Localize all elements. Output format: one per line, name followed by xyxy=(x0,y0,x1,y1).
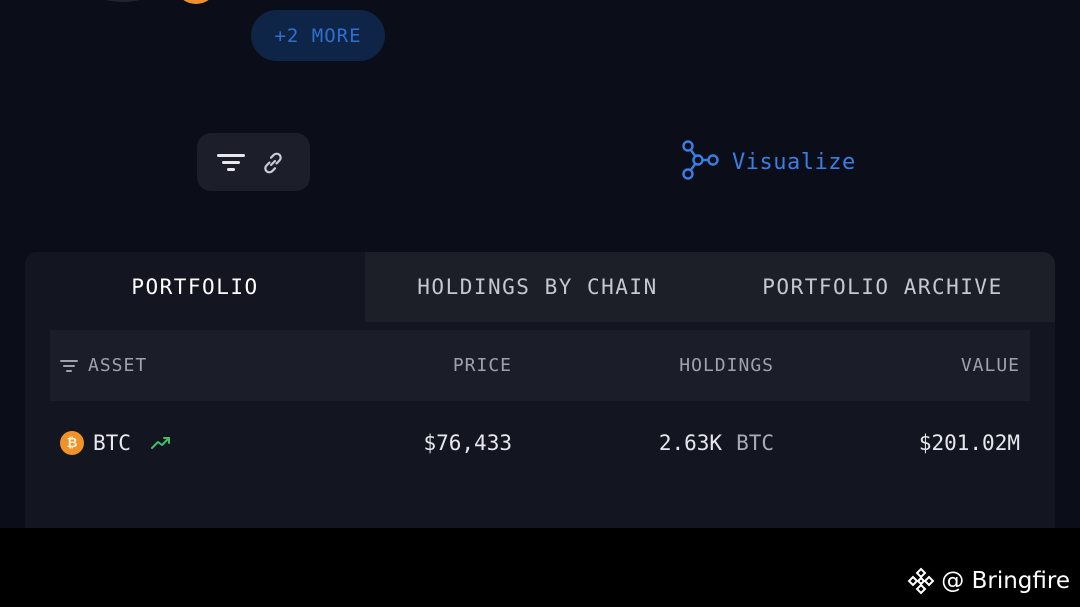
column-header-price-label: PRICE xyxy=(452,355,512,376)
watermark: @ Bringfire xyxy=(907,566,1070,596)
binance-logo-icon xyxy=(907,567,935,595)
entity-avatar-badge xyxy=(178,0,214,4)
price-value: $76,433 xyxy=(423,431,512,455)
column-header-holdings[interactable]: HOLDINGS xyxy=(679,330,774,401)
tab-portfolio[interactable]: PORTFOLIO xyxy=(25,252,365,322)
tab-holdings-by-chain[interactable]: HOLDINGS BY CHAIN xyxy=(365,252,710,322)
sort-icon[interactable] xyxy=(60,359,78,373)
holdings-cell: 2.63K BTC xyxy=(659,412,774,474)
trend-up-icon xyxy=(150,436,171,450)
tab-bar: PORTFOLIO HOLDINGS BY CHAIN PORTFOLIO AR… xyxy=(25,252,1055,322)
portfolio-panel: PORTFOLIO HOLDINGS BY CHAIN PORTFOLIO AR… xyxy=(25,252,1055,528)
holdings-amount: 2.63K xyxy=(658,431,723,455)
visualize-button[interactable]: Visualize xyxy=(680,139,856,185)
more-tags-label: +2 MORE xyxy=(274,24,362,47)
value-amount: $201.02M xyxy=(918,431,1020,455)
network-graph-icon xyxy=(680,139,722,185)
link-icon[interactable] xyxy=(260,150,286,180)
table-header: ASSET PRICE HOLDINGS VALUE xyxy=(50,330,1030,401)
holdings-unit: BTC xyxy=(736,431,774,455)
column-header-holdings-label: HOLDINGS xyxy=(679,355,774,376)
price-cell: $76,433 xyxy=(423,412,512,474)
watermark-text: @ Bringfire xyxy=(941,568,1070,594)
column-header-asset-label: ASSET xyxy=(88,355,148,376)
filter-icon[interactable] xyxy=(217,152,245,178)
toolbar-group xyxy=(197,133,310,191)
entity-avatar xyxy=(88,0,158,2)
more-tags-button[interactable]: +2 MORE xyxy=(251,10,385,61)
value-cell: $201.02M xyxy=(919,412,1020,474)
tab-portfolio-archive[interactable]: PORTFOLIO ARCHIVE xyxy=(710,252,1055,322)
table-row[interactable]: ₿ BTC $76,433 2.63K BTC $201.02M xyxy=(50,412,1030,474)
app-screen: +2 MORE Visualize PORTFOLIO HOLDINGS BY … xyxy=(0,0,1080,528)
visualize-label: Visualize xyxy=(732,149,856,175)
asset-symbol: BTC xyxy=(93,431,131,455)
tab-holdings-by-chain-label: HOLDINGS BY CHAIN xyxy=(417,275,658,299)
column-header-asset[interactable]: ASSET xyxy=(60,330,147,401)
tab-portfolio-archive-label: PORTFOLIO ARCHIVE xyxy=(762,275,1003,299)
tab-portfolio-label: PORTFOLIO xyxy=(131,275,259,299)
column-header-value-label: VALUE xyxy=(960,355,1020,376)
bitcoin-icon: ₿ xyxy=(60,431,84,455)
column-header-value[interactable]: VALUE xyxy=(961,330,1020,401)
column-header-price[interactable]: PRICE xyxy=(453,330,512,401)
asset-cell[interactable]: ₿ BTC xyxy=(60,412,171,474)
